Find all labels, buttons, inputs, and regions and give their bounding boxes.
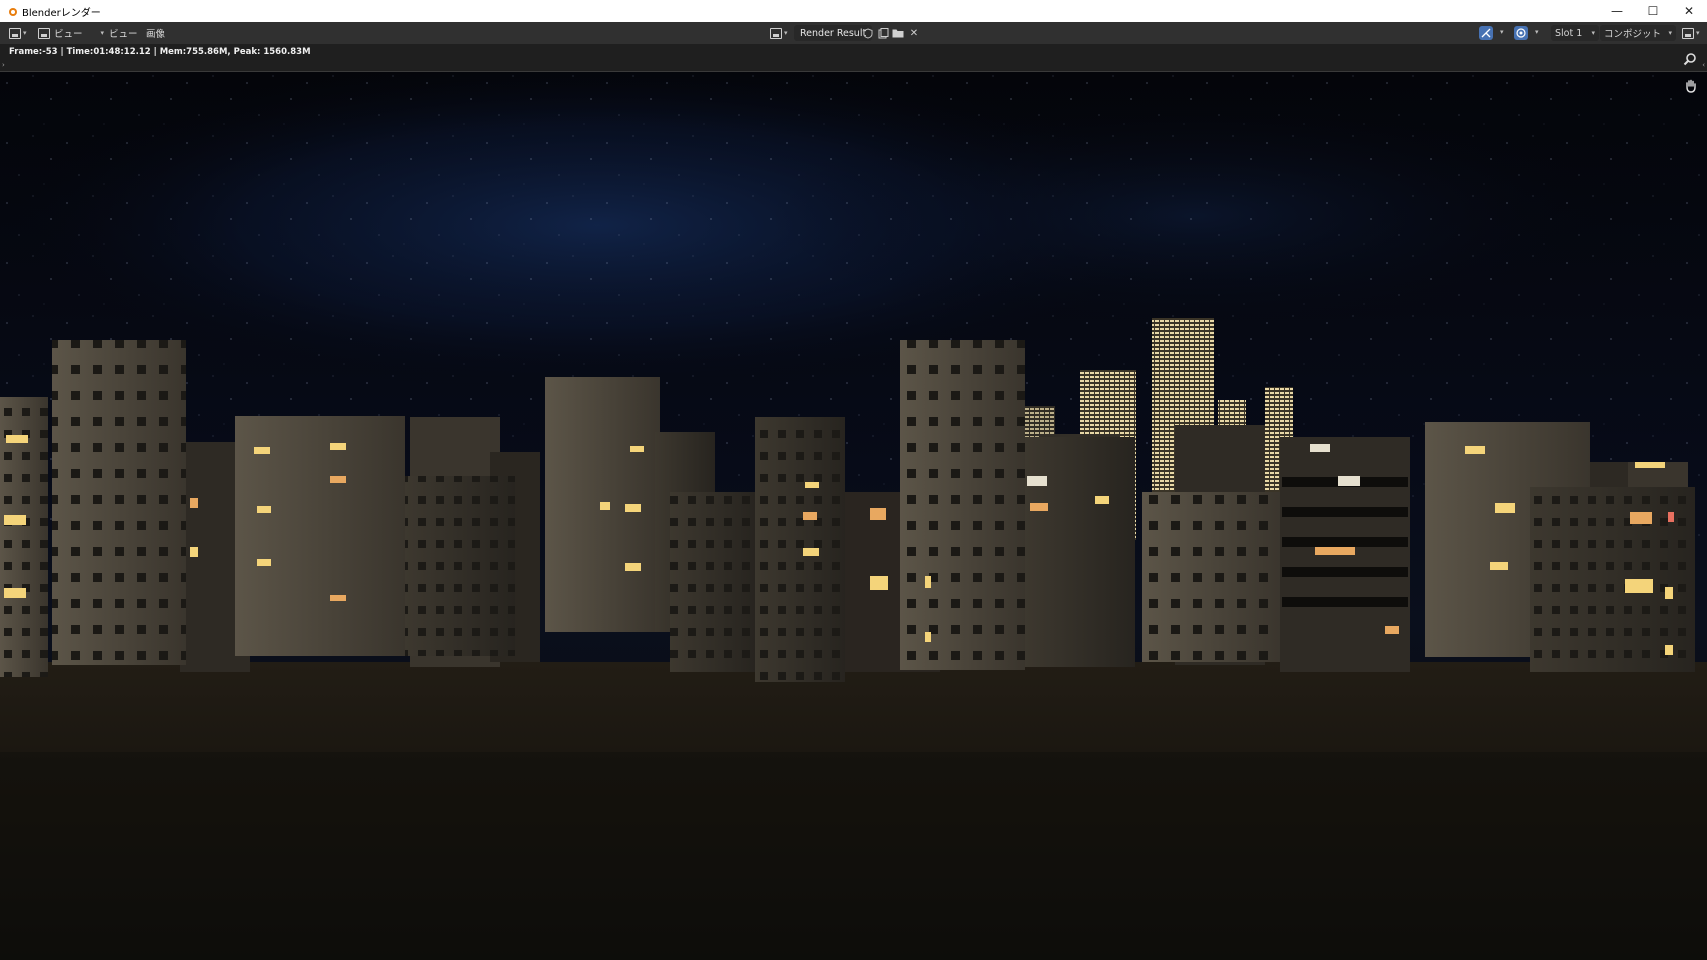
render-result-image <box>0 72 1707 960</box>
view-dropdown[interactable]: ビュー ▾ <box>54 25 104 41</box>
chevron-down-icon[interactable]: ▾ <box>1535 28 1539 36</box>
image-mode-button[interactable] <box>38 25 50 41</box>
blender-logo-icon <box>6 5 18 17</box>
slot-dropdown[interactable]: Slot 1 ▾ <box>1551 25 1599 41</box>
chevron-down-icon: ▾ <box>1591 29 1595 37</box>
slot-dropdown-label: Slot 1 <box>1555 27 1583 39</box>
browse-image-button[interactable]: ▾ <box>770 25 788 41</box>
gizmo-icon[interactable] <box>1479 26 1493 40</box>
maximize-button[interactable]: ☐ <box>1635 0 1671 22</box>
render-stats-text: Frame:-53 | Time:01:48:12.12 | Mem:755.8… <box>9 47 311 57</box>
fake-user-icon[interactable] <box>861 26 875 40</box>
new-image-icon[interactable] <box>876 26 890 40</box>
unlink-x-icon[interactable]: ✕ <box>907 26 921 40</box>
window-controls: — ☐ ✕ <box>1599 0 1707 22</box>
hand-icon[interactable] <box>1683 78 1699 94</box>
render-layer-dropdown[interactable]: コンポジット ▾ <box>1600 25 1676 41</box>
chevron-down-icon[interactable]: ▾ <box>1500 28 1504 36</box>
overlay-icon[interactable] <box>1514 26 1528 40</box>
window-title: Blenderレンダー <box>22 7 101 19</box>
open-folder-icon[interactable] <box>891 26 905 40</box>
display-mode-icon <box>1682 27 1694 39</box>
menu-image[interactable]: 画像 <box>146 25 165 41</box>
view-dropdown-label: ビュー <box>54 29 83 40</box>
toolbar-expand-icon[interactable]: › <box>2 61 5 69</box>
display-mode-button[interactable]: ▾ <box>1682 25 1700 41</box>
render-stats-bar: Frame:-53 | Time:01:48:12.12 | Mem:755.8… <box>0 44 1707 72</box>
sidebar-expand-icon[interactable]: ‹ <box>1702 61 1705 69</box>
chevron-down-icon: ▾ <box>100 29 105 37</box>
image-icon <box>770 27 782 39</box>
window-titlebar: Blenderレンダー — ☐ ✕ <box>0 0 1707 22</box>
menu-view[interactable]: ビュー <box>109 25 138 41</box>
chevron-down-icon: ▾ <box>1696 29 1700 37</box>
render-layer-label: コンポジット <box>1604 29 1662 40</box>
editor-type-button[interactable]: ▾ <box>9 25 27 41</box>
chevron-down-icon: ▾ <box>784 29 788 37</box>
image-editor-icon <box>9 27 21 39</box>
zoom-icon[interactable] <box>1683 52 1697 66</box>
image-editor-header: ▾ ビュー ▾ ビュー 画像 ▾ Render Result ✕ ▾ ▾ Slo… <box>0 22 1707 44</box>
image-icon <box>38 27 50 39</box>
close-button[interactable]: ✕ <box>1671 0 1707 22</box>
minimize-button[interactable]: — <box>1599 0 1635 22</box>
chevron-down-icon: ▾ <box>1668 29 1672 37</box>
render-viewport[interactable] <box>0 72 1707 960</box>
chevron-down-icon: ▾ <box>23 29 27 37</box>
